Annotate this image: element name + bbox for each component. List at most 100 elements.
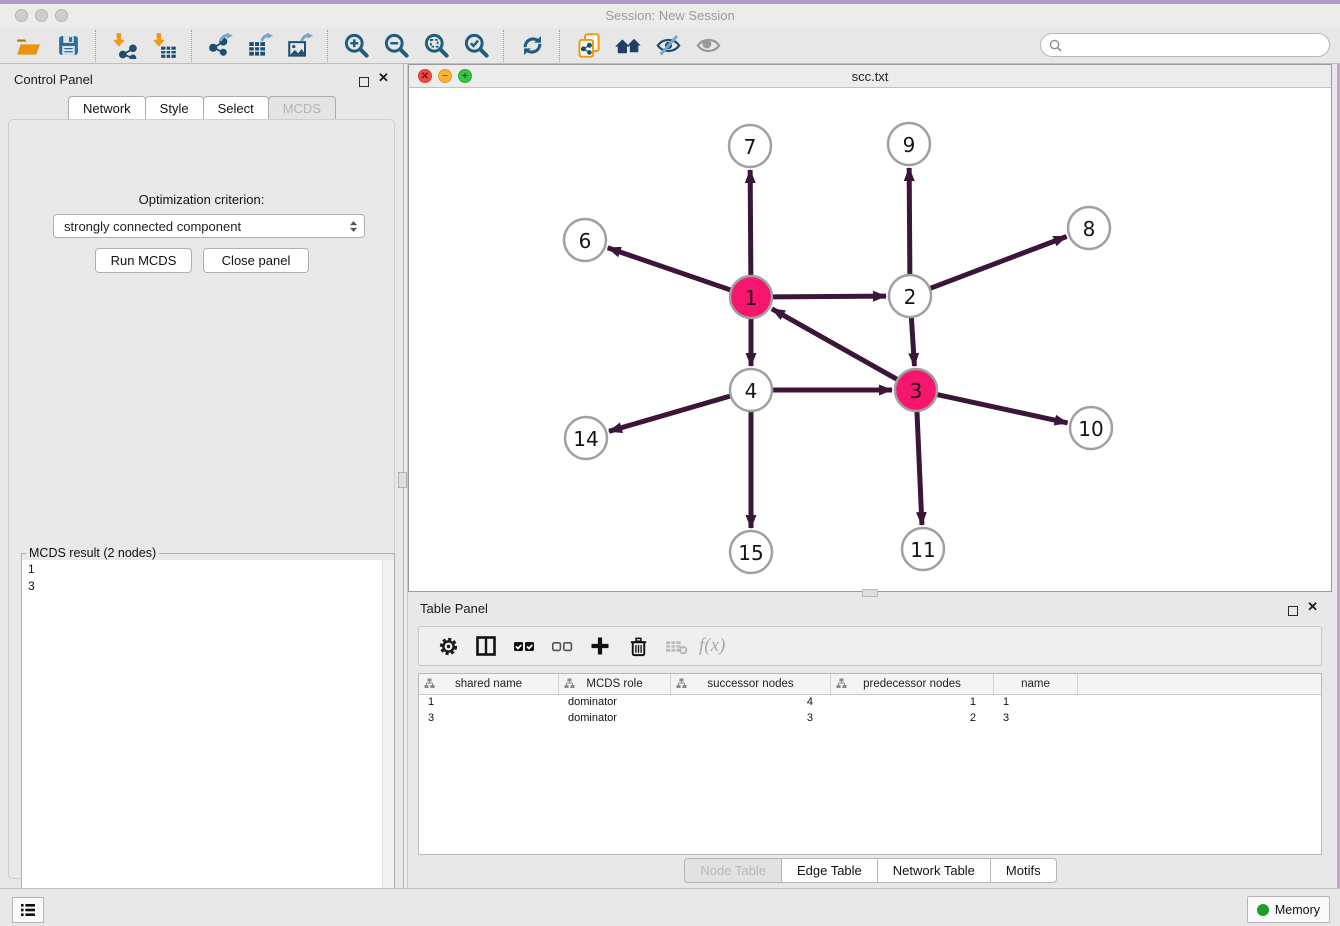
tab-mcds[interactable]: MCDS bbox=[268, 96, 336, 121]
graph-node-label: 2 bbox=[904, 285, 917, 309]
mcds-result-title: MCDS result (2 nodes) bbox=[26, 546, 159, 560]
network-window-titlebar[interactable]: ✕ − + scc.txt bbox=[409, 65, 1331, 88]
optimization-criterion-select[interactable]: strongly connected component bbox=[53, 214, 365, 238]
graph-edge-1-7[interactable] bbox=[750, 170, 751, 276]
zoom-out-icon[interactable] bbox=[379, 30, 413, 62]
show-columns-icon[interactable] bbox=[469, 631, 503, 661]
control-panel-title: Control Panel bbox=[14, 72, 93, 87]
tab-edge-table[interactable]: Edge Table bbox=[781, 858, 878, 883]
tab-network-table[interactable]: Network Table bbox=[877, 858, 991, 883]
graph-edge-1-2[interactable] bbox=[772, 296, 886, 297]
import-network-icon[interactable] bbox=[107, 30, 141, 62]
deselect-all-icon[interactable] bbox=[545, 631, 579, 661]
table-cell: 4 bbox=[671, 695, 831, 711]
close-panel-icon[interactable]: ✕ bbox=[378, 73, 389, 83]
float-panel-icon[interactable] bbox=[359, 74, 369, 92]
network-graph-canvas[interactable]: 1234678910111415 bbox=[409, 88, 1331, 591]
mcds-result-group: MCDS result (2 nodes) 13 bbox=[21, 546, 395, 926]
titlebar: Session: New Session bbox=[0, 4, 1340, 29]
result-scrollbar[interactable] bbox=[382, 560, 394, 915]
select-all-icon[interactable] bbox=[507, 631, 541, 661]
table-panel: Table Panel ✕ f(x) bbox=[408, 597, 1332, 888]
table-row[interactable]: 3dominator323 bbox=[419, 711, 1321, 727]
graph-edge-3-1[interactable] bbox=[772, 309, 898, 380]
graph-edge-2-9[interactable] bbox=[909, 168, 910, 275]
node-table[interactable]: shared nameMCDS rolesuccessor nodesprede… bbox=[418, 673, 1322, 855]
export-network-icon[interactable] bbox=[203, 30, 237, 62]
close-panel-button[interactable]: Close panel bbox=[203, 248, 309, 273]
search-icon bbox=[1049, 39, 1062, 52]
graph-node-label: 3 bbox=[910, 379, 923, 403]
graph-edge-4-14[interactable] bbox=[609, 396, 731, 431]
node-table-header: shared nameMCDS rolesuccessor nodesprede… bbox=[419, 674, 1321, 695]
tab-select[interactable]: Select bbox=[203, 96, 269, 121]
close-table-panel-icon[interactable]: ✕ bbox=[1307, 602, 1318, 612]
delete-icon[interactable] bbox=[621, 631, 655, 661]
graph-node-label: 10 bbox=[1078, 417, 1103, 441]
optimization-criterion-label: Optimization criterion: bbox=[9, 192, 394, 207]
column-header-name[interactable]: name bbox=[994, 674, 1078, 694]
memory-label: Memory bbox=[1275, 903, 1320, 917]
control-panel: Control Panel ✕ NetworkStyleSelectMCDS O… bbox=[0, 64, 403, 888]
graph-edge-3-10[interactable] bbox=[937, 394, 1068, 422]
search-field[interactable] bbox=[1040, 33, 1330, 57]
task-history-button[interactable] bbox=[12, 897, 44, 923]
network-view-window: ✕ − + scc.txt 1234678910111415 bbox=[408, 64, 1332, 592]
tab-network[interactable]: Network bbox=[68, 96, 146, 121]
table-panel-title: Table Panel bbox=[420, 601, 488, 616]
graph-node-label: 7 bbox=[744, 135, 757, 159]
search-input[interactable] bbox=[1067, 37, 1329, 54]
tab-motifs[interactable]: Motifs bbox=[990, 858, 1057, 883]
graph-node-label: 4 bbox=[745, 379, 758, 403]
show-all-networks-icon[interactable] bbox=[611, 30, 645, 62]
control-panel-tabs: NetworkStyleSelectMCDS bbox=[0, 96, 403, 121]
float-table-panel-icon[interactable] bbox=[1288, 603, 1298, 621]
graph-edge-1-6[interactable] bbox=[608, 248, 731, 290]
table-row[interactable]: 1dominator411 bbox=[419, 695, 1321, 711]
toolbar-separator bbox=[95, 30, 97, 62]
table-cell: 1 bbox=[419, 695, 559, 711]
memory-button[interactable]: Memory bbox=[1247, 896, 1330, 923]
vertical-splitter-handle[interactable] bbox=[398, 472, 407, 488]
open-session-icon[interactable] bbox=[11, 30, 45, 62]
tab-style[interactable]: Style bbox=[145, 96, 204, 121]
save-session-icon[interactable] bbox=[51, 30, 85, 62]
table-cell: 1 bbox=[994, 695, 1078, 711]
graph-edge-2-8[interactable] bbox=[930, 237, 1067, 289]
export-image-icon[interactable] bbox=[283, 30, 317, 62]
zoom-selected-icon[interactable] bbox=[459, 30, 493, 62]
delete-table-icon bbox=[659, 631, 693, 661]
mcds-result-textarea[interactable]: 13 bbox=[22, 560, 394, 915]
select-stepper-icon bbox=[349, 220, 358, 233]
column-header-predecessor-nodes[interactable]: predecessor nodes bbox=[831, 674, 994, 694]
table-settings-gear-icon[interactable] bbox=[431, 631, 465, 661]
graph-node-label: 6 bbox=[579, 229, 592, 253]
table-cell: 3 bbox=[994, 711, 1078, 727]
selected-option-label: strongly connected component bbox=[64, 219, 241, 234]
horizontal-splitter-handle[interactable] bbox=[862, 589, 878, 597]
hide-panel-icon[interactable] bbox=[651, 30, 685, 62]
show-panel-icon[interactable] bbox=[691, 30, 725, 62]
zoom-fit-icon[interactable] bbox=[419, 30, 453, 62]
result-line: 3 bbox=[28, 578, 394, 595]
graph-edge-3-11[interactable] bbox=[917, 411, 922, 525]
mcds-panel: Optimization criterion: strongly connect… bbox=[8, 119, 395, 879]
run-mcds-button[interactable]: Run MCDS bbox=[95, 248, 192, 273]
import-table-icon[interactable] bbox=[147, 30, 181, 62]
new-network-from-selection-icon[interactable] bbox=[571, 30, 605, 62]
add-row-icon[interactable] bbox=[583, 631, 617, 661]
table-cell: dominator bbox=[559, 711, 671, 727]
column-header-successor-nodes[interactable]: successor nodes bbox=[671, 674, 831, 694]
table-cell: 2 bbox=[831, 711, 994, 727]
graph-edge-2-3[interactable] bbox=[911, 317, 914, 366]
table-cell: 3 bbox=[419, 711, 559, 727]
tab-node-table[interactable]: Node Table bbox=[684, 858, 782, 883]
graph-node-label: 15 bbox=[738, 541, 763, 565]
column-header-shared-name[interactable]: shared name bbox=[419, 674, 559, 694]
refresh-icon[interactable] bbox=[515, 30, 549, 62]
export-table-icon[interactable] bbox=[243, 30, 277, 62]
table-cell: 3 bbox=[671, 711, 831, 727]
column-header-mcds-role[interactable]: MCDS role bbox=[559, 674, 671, 694]
application-window: Session: New Session bbox=[0, 0, 1340, 926]
zoom-in-icon[interactable] bbox=[339, 30, 373, 62]
